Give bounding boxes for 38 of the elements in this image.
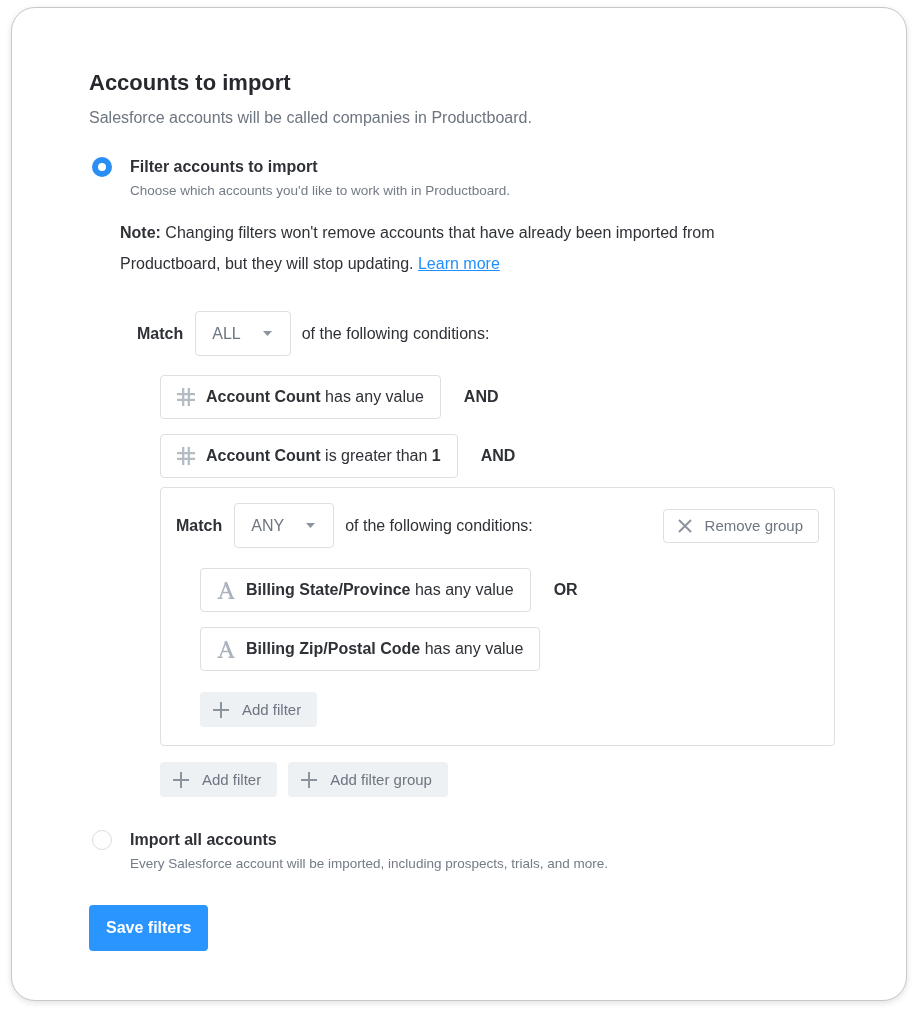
learn-more-link[interactable]: Learn more [417,255,500,272]
hash-icon [177,447,195,465]
filter-chip[interactable]: Billing State/Province has any value [200,568,531,612]
match-description: of the following conditions: [345,516,533,535]
connector-label: AND [463,388,499,406]
remove-group-button[interactable]: Remove group [662,508,819,543]
plus-icon [173,771,189,788]
add-button[interactable]: Add filter [200,692,318,727]
option-description: Choose which accounts you'd like to work with in Productboard. [130,182,512,200]
letter-a-icon [217,640,235,658]
filter-chip[interactable]: Account Count is greater than 1 [160,434,458,478]
letter-a-icon [217,581,235,599]
match-label: Match [176,516,223,535]
match-dropdown[interactable]: ANY [234,503,335,548]
note-text: Note: Changing filters won't remove accounts that have already been imported from Productboard, but they will stop updating. Learn more [120,223,716,274]
add-button[interactable]: Add filter group [288,762,448,797]
option-description: Every Salesforce account will be imported, including prospects, trials, and more. [130,855,609,873]
filter-chip[interactable]: Account Count has any value [160,375,441,419]
match-dropdown[interactable]: ALL [195,311,291,356]
match-label: Match [137,324,184,343]
close-icon [677,518,692,533]
connector-label: AND [480,447,516,465]
connector-label: OR [553,581,578,599]
hash-icon [177,388,195,406]
filter-chip[interactable]: Billing Zip/Postal Code has any value [200,627,541,671]
section-title: Accounts to import [89,69,292,97]
plus-icon [301,771,318,788]
section-subtitle: Salesforce accounts will be called companies in Productboard. [89,108,533,128]
caret-icon [306,523,316,528]
plus-icon [213,701,229,718]
add-button[interactable]: Add filter [160,762,278,797]
option-label: Filter accounts to import [130,158,318,176]
match-description: of the following conditions: [301,324,490,343]
caret-icon [262,331,272,336]
radio-button[interactable] [92,830,112,850]
save-filters-button[interactable]: Save filters [89,905,209,951]
radio-button[interactable] [92,157,112,177]
option-label: Import all accounts [130,831,277,849]
